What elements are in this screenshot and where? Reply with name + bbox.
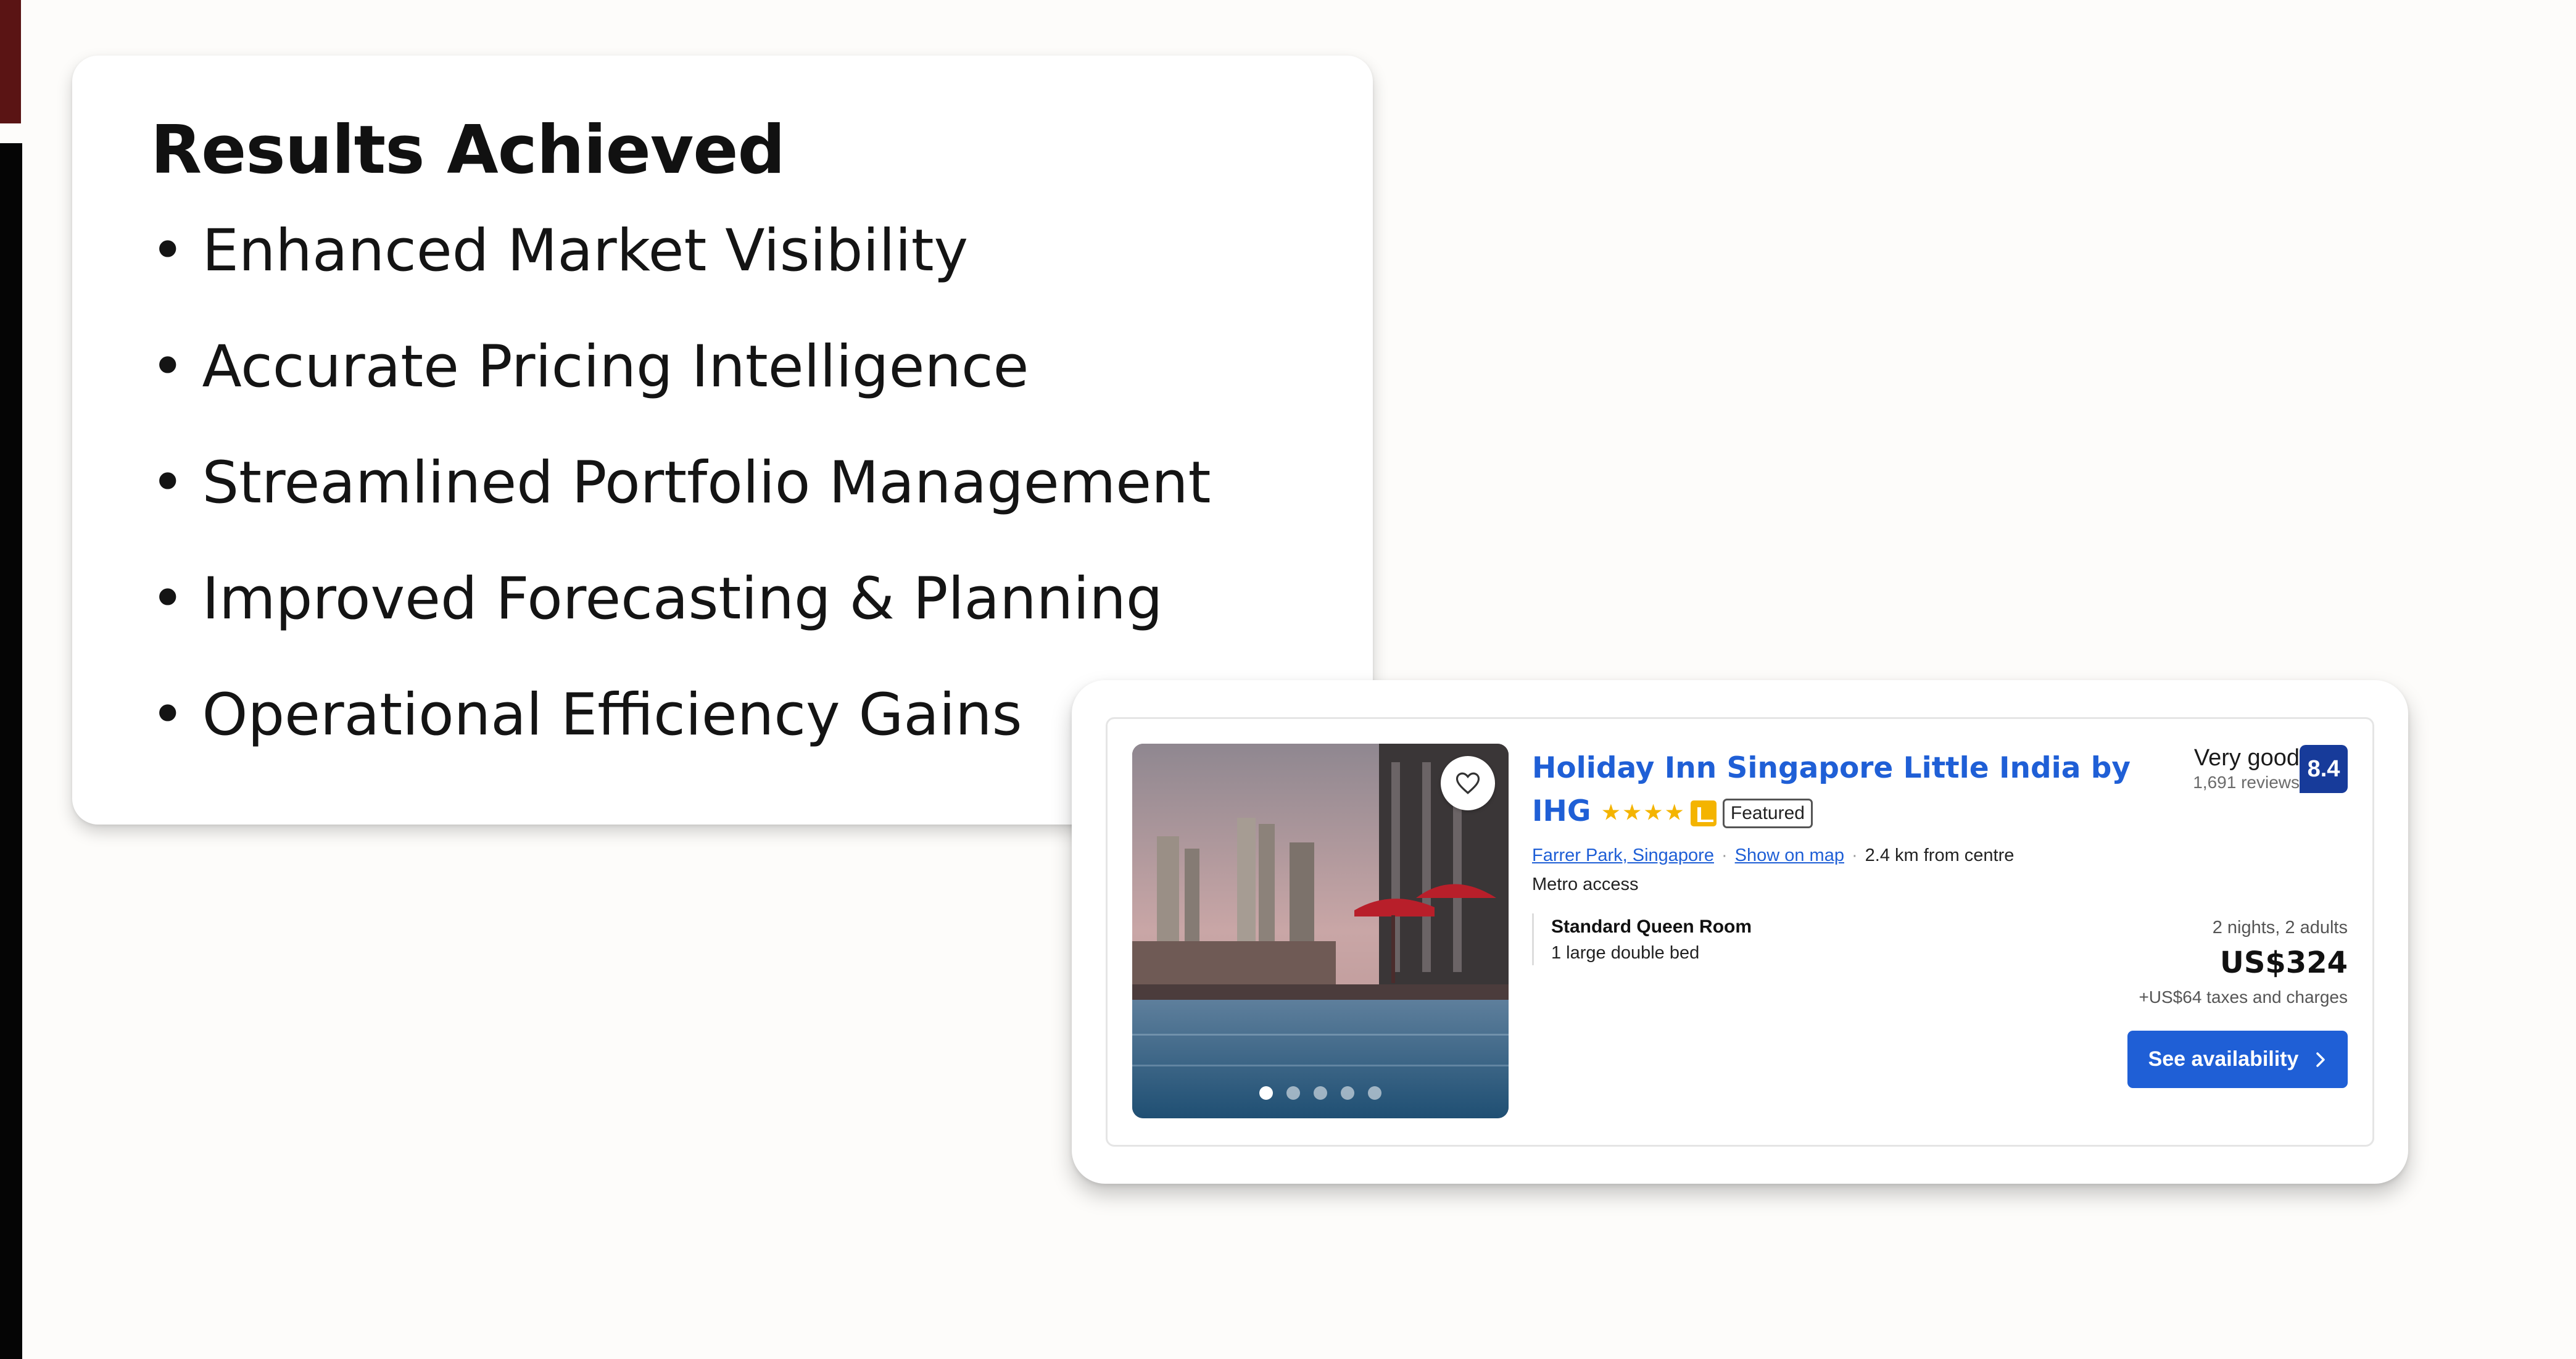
- carousel-dot[interactable]: [1286, 1086, 1300, 1100]
- save-to-favorites-button[interactable]: [1441, 756, 1495, 810]
- star-rating-icon: ★★★★: [1601, 800, 1686, 826]
- chevron-right-icon: [2316, 1052, 2325, 1067]
- results-item-text: Accurate Pricing Intelligence: [202, 333, 1029, 401]
- featured-badge: Featured: [1722, 798, 1813, 828]
- carousel-dot[interactable]: [1259, 1086, 1273, 1100]
- rating-word: Very good: [2193, 745, 2300, 771]
- results-item-text: Operational Efficiency Gains: [202, 681, 1022, 749]
- carousel-indicators: [1132, 1086, 1509, 1100]
- results-title: Results Achieved: [151, 112, 785, 189]
- slide-edge-accent: [0, 0, 21, 123]
- review-score-badge[interactable]: 8.4: [2300, 745, 2348, 793]
- results-item-text: Improved Forecasting & Planning: [202, 565, 1163, 633]
- slide-edge-bar: [0, 143, 22, 1359]
- results-item-text: Streamlined Portfolio Management: [202, 449, 1211, 517]
- heart-icon: [1456, 772, 1480, 794]
- results-item: • Operational Efficiency Gains: [151, 686, 1211, 802]
- bullet-dot: •: [151, 217, 185, 285]
- price: US$324: [2219, 945, 2348, 980]
- see-availability-label: See availability: [2148, 1047, 2299, 1071]
- hotel-listing-screenshot: Holiday Inn Singapore Little India by IH…: [1072, 680, 2408, 1184]
- results-item: • Improved Forecasting & Planning: [151, 570, 1211, 686]
- metro-access-text: Metro access: [1532, 875, 1639, 894]
- stay-details: 2 nights, 2 adults: [2212, 918, 2348, 937]
- hotel-name-line-2[interactable]: IHG: [1532, 794, 1591, 828]
- hotel-name-line-1[interactable]: Holiday Inn Singapore Little India by: [1532, 751, 2131, 785]
- results-item: • Accurate Pricing Intelligence: [151, 338, 1211, 454]
- taxes-note: +US$64 taxes and charges: [2139, 987, 2348, 1007]
- bullet-dot: •: [151, 333, 185, 401]
- location-row: Farrer Park, Singapore · Show on map · 2.4 k…: [1532, 846, 2014, 866]
- price-block: 2 nights, 2 adults US$324 +US$64 taxes a…: [2139, 915, 2348, 1009]
- show-on-map-link[interactable]: Show on map: [1735, 846, 1844, 865]
- results-list: • Enhanced Market Visibility • Accurate Pr…: [151, 222, 1211, 802]
- results-item: • Streamlined Portfolio Management: [151, 454, 1211, 570]
- see-availability-button[interactable]: See availability: [2127, 1031, 2348, 1088]
- results-item: • Enhanced Market Visibility: [151, 222, 1211, 338]
- room-name: Standard Queen Room: [1551, 916, 1752, 937]
- carousel-dot[interactable]: [1368, 1086, 1381, 1100]
- review-count: 1,691 reviews: [2193, 773, 2300, 792]
- carousel-dot[interactable]: [1341, 1086, 1354, 1100]
- results-item-text: Enhanced Market Visibility: [202, 217, 969, 285]
- bullet-dot: •: [151, 565, 185, 633]
- separator-dot: ·: [1851, 846, 1858, 865]
- hotel-title[interactable]: Holiday Inn Singapore Little India by IH…: [1532, 747, 2155, 835]
- room-info: Standard Queen Room 1 large double bed: [1532, 913, 1752, 965]
- thumbs-up-badge-icon: [1690, 800, 1717, 826]
- bed-info: 1 large double bed: [1551, 943, 1700, 963]
- hotel-listing-card[interactable]: Holiday Inn Singapore Little India by IH…: [1106, 717, 2374, 1147]
- hotel-photo-carousel[interactable]: [1132, 744, 1509, 1118]
- separator-dot: ·: [1721, 846, 1728, 865]
- carousel-dot[interactable]: [1314, 1086, 1327, 1100]
- bullet-dot: •: [151, 449, 185, 517]
- review-summary[interactable]: Very good 1,691 reviews: [2193, 744, 2300, 793]
- bullet-dot: •: [151, 681, 185, 749]
- location-link[interactable]: Farrer Park, Singapore: [1532, 846, 1714, 865]
- distance-text: 2.4 km from centre: [1865, 846, 2015, 865]
